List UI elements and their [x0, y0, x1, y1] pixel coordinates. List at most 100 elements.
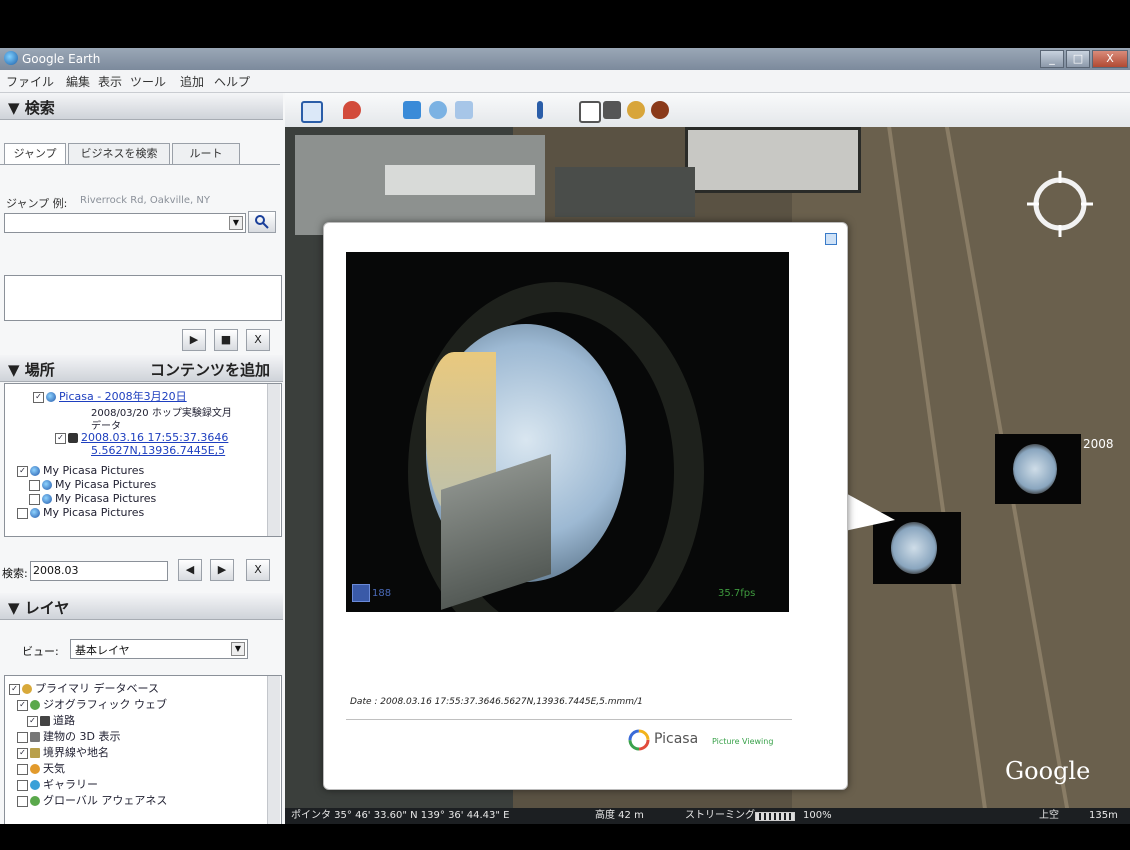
photo-balloon: 188 35.7fps Date : 2008.03.16 17:55:37.3… — [323, 222, 848, 790]
minimize-button[interactable]: _ — [1040, 50, 1064, 68]
eye-altitude-label: 上空 — [1039, 810, 1059, 821]
caption-divider — [346, 719, 792, 720]
map-path — [887, 127, 987, 808]
chevron-down-icon[interactable]: ▼ — [231, 642, 245, 656]
road-icon — [40, 716, 50, 726]
layers-scrollbar[interactable] — [267, 676, 280, 824]
menu-bar: ファイル 編集 表示 ツール 追加 ヘルプ — [0, 70, 1130, 93]
tab-business-search[interactable]: ビジネスを検索 — [68, 143, 170, 164]
pointer-coords: ポインタ 35° 46' 33.60" N 139° 36' 44.43" E — [291, 810, 510, 821]
picasa-icon — [42, 494, 52, 504]
thumbnail-label: 2008 — [1083, 437, 1114, 451]
dropdown-arrow-icon[interactable]: ▼ — [229, 216, 243, 230]
layer-item[interactable]: ✓ 道路 — [27, 712, 75, 728]
menu-view[interactable]: 表示 — [98, 73, 122, 90]
search-button[interactable] — [248, 211, 276, 233]
jump-input[interactable]: ▼ — [4, 213, 246, 233]
stop-button[interactable]: ■ — [214, 329, 238, 351]
print-icon[interactable] — [603, 101, 621, 119]
layer-view-select[interactable]: 基本レイヤ ▼ — [70, 639, 248, 659]
menu-edit[interactable]: 編集 — [66, 73, 90, 90]
layer-item[interactable]: ギャラリー — [17, 776, 98, 792]
photo-corner-icon — [352, 584, 370, 602]
tab-divider — [0, 164, 280, 165]
place-item[interactable]: ✓ Picasa - 2008年3月20日 — [33, 388, 187, 404]
tab-jump[interactable]: ジャンプ — [4, 143, 66, 164]
eye-altitude-value: 135m — [1089, 810, 1118, 821]
database-icon — [22, 684, 32, 694]
awareness-icon — [30, 796, 40, 806]
places-tree[interactable]: ✓ Picasa - 2008年3月20日 2008/03/20 ホップ実験録文月… — [4, 383, 282, 537]
layers-tree[interactable]: ✓ プライマリ データベース ✓ ジオグラフィック ウェブ ✓ 道路 建物の 3D 表… — [4, 675, 282, 824]
places-scrollbar[interactable] — [267, 384, 280, 536]
close-window-button[interactable]: X — [1092, 50, 1128, 68]
layer-view-label: ビュー: — [22, 645, 59, 658]
next-result-button[interactable]: ▶ — [210, 559, 234, 581]
layer-item[interactable]: ✓ 境界線や地名 — [17, 744, 109, 760]
play-button[interactable]: ▶ — [182, 329, 206, 351]
layer-item[interactable]: グローバル アウェアネス — [17, 792, 167, 808]
photo-caption: Date : 2008.03.16 17:55:37.3646.5627N,13… — [350, 697, 643, 707]
maps-icon[interactable] — [627, 101, 645, 119]
sidebar-toggle-icon[interactable] — [301, 101, 323, 123]
menu-add[interactable]: 追加 — [180, 73, 204, 90]
search-header-label: ▼ 検索 — [8, 99, 55, 117]
place-item[interactable]: My Picasa Pictures — [29, 478, 156, 491]
map-toolbar — [285, 93, 1130, 128]
balloon-pointer — [840, 490, 895, 532]
fisheye-photo: 188 35.7fps — [346, 252, 789, 612]
compass-icon[interactable] — [1025, 169, 1095, 239]
overlay-icon[interactable] — [455, 101, 473, 119]
add-content-link[interactable]: コンテンツを追加 — [150, 359, 270, 380]
picasa-icon — [30, 466, 40, 476]
picasa-logo-icon — [628, 729, 650, 751]
menu-help[interactable]: ヘルプ — [214, 73, 250, 90]
expand-icon[interactable] — [825, 233, 837, 245]
menu-file[interactable]: ファイル — [6, 73, 54, 90]
place-item[interactable]: My Picasa Pictures — [17, 506, 144, 519]
clear-search-button[interactable]: X — [246, 329, 270, 351]
sky-icon[interactable] — [651, 101, 669, 119]
places-search-input[interactable]: 2008.03 — [30, 561, 168, 581]
elevation: 高度 42 m — [595, 810, 644, 821]
picasa-subtitle: Picture Viewing — [712, 737, 774, 746]
maximize-button[interactable]: □ — [1066, 50, 1090, 68]
layer-view-value: 基本レイヤ — [75, 644, 130, 657]
layers-panel-header[interactable]: ▼ レイヤ — [0, 593, 283, 620]
streaming-percent: 100% — [803, 810, 832, 821]
path-icon[interactable] — [429, 101, 447, 119]
place-item[interactable]: ✓ My Picasa Pictures — [17, 464, 144, 477]
placemark-icon[interactable] — [343, 101, 361, 119]
app-globe-icon — [4, 51, 18, 65]
map-building — [685, 127, 861, 193]
ruler-icon[interactable] — [537, 101, 543, 119]
email-icon[interactable] — [579, 101, 601, 123]
prev-result-button[interactable]: ◀ — [178, 559, 202, 581]
layers-header-label: ▼ レイヤ — [8, 599, 70, 617]
web-icon — [30, 700, 40, 710]
polygon-icon[interactable] — [403, 101, 421, 119]
layer-item[interactable]: 天気 — [17, 760, 65, 776]
layer-item[interactable]: ✓ プライマリ データベース — [9, 680, 159, 696]
status-bar: ポインタ 35° 46' 33.60" N 139° 36' 44.43" E … — [285, 808, 1130, 824]
layer-item[interactable]: ✓ ジオグラフィック ウェブ — [17, 696, 167, 712]
tab-route[interactable]: ルート — [172, 143, 240, 164]
google-logo: Google — [1005, 757, 1091, 785]
close-places-search-button[interactable]: X — [246, 559, 270, 581]
picasa-icon — [46, 392, 56, 402]
places-search-label: 検索: — [2, 567, 28, 580]
search-panel-header[interactable]: ▼ 検索 — [0, 93, 283, 120]
map-building — [555, 167, 695, 217]
picasa-icon — [42, 480, 52, 490]
thumbnail-image — [1013, 444, 1057, 494]
menu-tools[interactable]: ツール — [130, 73, 166, 90]
search-results-area[interactable] — [4, 275, 282, 321]
place-item[interactable]: ✓ 2008.03.16 17:55:37.3646 — [55, 431, 228, 444]
photo-thumbnail[interactable] — [995, 434, 1081, 504]
layer-item[interactable]: 建物の 3D 表示 — [17, 728, 120, 744]
picasa-brand[interactable]: Picasa — [654, 731, 698, 747]
places-panel-header[interactable]: ▼ 場所 コンテンツを追加 — [0, 355, 283, 382]
place-item[interactable]: My Picasa Pictures — [29, 492, 156, 505]
left-panel: ▼ 検索 ジャンプ ビジネスを検索 ルート ジャンプ 例: Riverrock … — [0, 93, 285, 824]
place-coords[interactable]: 5.5627N,13936.7445E,5 — [91, 444, 225, 457]
